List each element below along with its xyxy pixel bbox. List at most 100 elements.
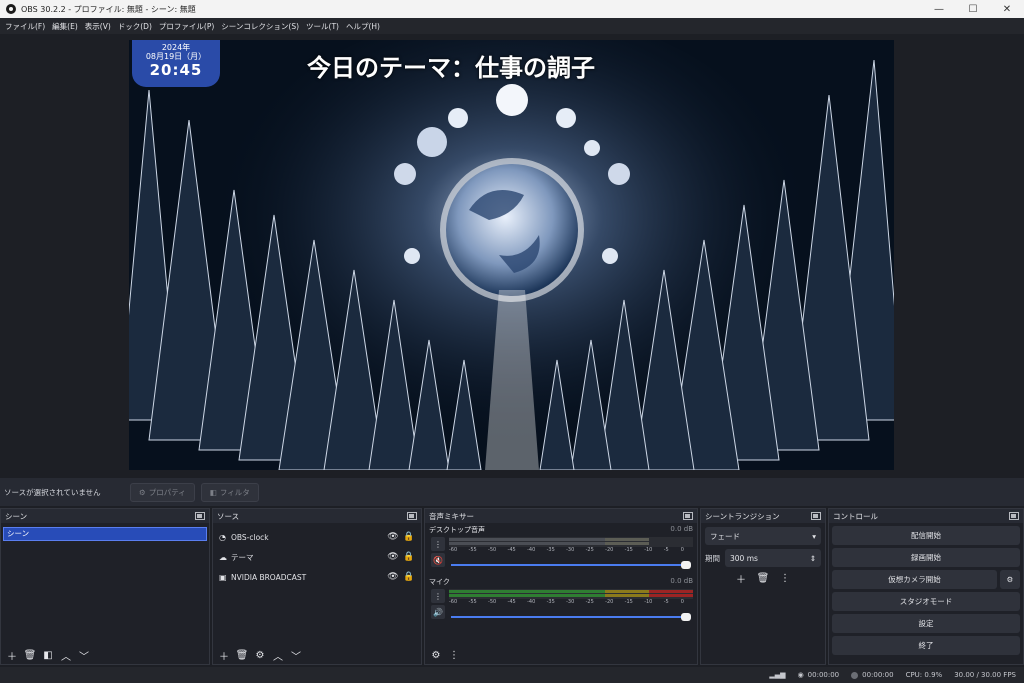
menu-bar: ファイル(F) 編集(E) 表示(V) ドック(D) プロファイル(P) シーン… [0,18,1024,34]
menu-view[interactable]: 表示(V) [83,21,116,32]
source-label: NVIDIA BROADCAST [231,572,307,582]
source-list[interactable]: ◔ OBS-clock 👁 🔒 ☁ テーマ 👁 🔒 ▣ NVIDIA BROAD… [213,527,421,587]
maximize-button[interactable]: ☐ [956,0,990,18]
menu-profile[interactable]: プロファイル(P) [157,21,219,32]
spin-arrows-icon[interactable]: ⇕ [810,554,816,563]
audio-mixer-dock: 音声ミキサー デスクトップ音声 0.0 dB ⋮ 🔇 -60 -55 -50 -… [424,508,698,665]
menu-tools[interactable]: ツール(T) [304,21,344,32]
tick-label: -30 [566,599,575,605]
add-transition-button[interactable]: ＋ [733,570,749,586]
undock-icon[interactable] [683,512,693,520]
add-source-button[interactable]: ＋ [216,647,232,663]
remove-source-button[interactable]: 🗑 [234,647,250,663]
start-streaming-button[interactable]: 配信開始 [832,526,1020,545]
mixer-dock-header: 音声ミキサー [425,509,697,523]
move-down-button[interactable]: ﹀ [76,647,92,663]
tick-label: -25 [585,547,594,553]
move-down-button[interactable]: ﹀ [288,647,304,663]
mixer-menu-button[interactable]: ⋮ [446,647,462,663]
scene-filters-button[interactable]: ◧ [40,647,56,663]
channel-menu-button[interactable]: ⋮ [431,589,445,603]
transition-tools: ＋ 🗑 ⋮ [701,570,825,586]
menu-scene-collection[interactable]: シーンコレクション(S) [219,21,304,32]
undock-icon[interactable] [1009,512,1019,520]
volume-slider[interactable] [449,558,693,572]
minimize-button[interactable]: — [922,0,956,18]
exit-button[interactable]: 終了 [832,636,1020,655]
transitions-title: シーントランジション [705,511,780,521]
title-bar: OBS 30.2.2 - プロファイル: 無題 - シーン: 無題 — ☐ ✕ [0,0,1024,18]
advanced-audio-gear-icon[interactable]: ⚙ [428,647,444,663]
muted-speaker-icon[interactable]: 🔇 [431,553,445,567]
lock-icon[interactable]: 🔒 [403,552,415,562]
source-properties-button[interactable]: ⚙ [252,647,268,663]
transition-menu-button[interactable]: ⋮ [777,570,793,586]
tick-label: -10 [644,547,653,553]
source-row[interactable]: ▣ NVIDIA BROADCAST 👁 🔒 [213,567,421,587]
volume-slider-knob[interactable] [681,613,691,621]
tick-label: -45 [507,599,516,605]
preview-area[interactable]: 2024年 08月19日（月） 20:45 今日のテーマ：仕事の調子 [0,34,1024,474]
menu-help[interactable]: ヘルプ(H) [344,21,385,32]
lock-icon[interactable]: 🔒 [403,532,415,542]
duration-spinbox[interactable]: 300 ms ⇕ [725,549,821,567]
move-up-button[interactable]: ︿ [58,647,74,663]
menu-edit[interactable]: 編集(E) [50,21,83,32]
channel-menu-button[interactable]: ⋮ [431,537,445,551]
controls-dock: コントロール 配信開始 録画開始 仮想カメラ開始 ⚙ スタジオモード 設定 終了 [828,508,1024,665]
remove-transition-button[interactable]: 🗑 [755,570,771,586]
tick-label: -55 [468,547,477,553]
obs-logo-icon [6,4,16,14]
filter-icon: ◧ [209,487,217,497]
settings-button[interactable]: 設定 [832,614,1020,633]
close-button[interactable]: ✕ [990,0,1024,18]
undock-icon[interactable] [195,512,205,520]
undock-icon[interactable] [811,512,821,520]
transition-select-value: フェード [710,531,740,541]
source-row[interactable]: ☁ テーマ 👁 🔒 [213,547,421,567]
mixer-channel-mic: マイク 0.0 dB ⋮ 🔊 -60 -55 -50 -45 -40 -35 -… [425,575,697,627]
tick-label: -10 [644,599,653,605]
source-row[interactable]: ◔ OBS-clock 👁 🔒 [213,527,421,547]
visibility-eye-icon[interactable]: 👁 [387,572,399,582]
duration-label: 期間 [705,553,720,563]
properties-button[interactable]: ⚙ プロパティ [130,482,195,502]
transition-select[interactable]: フェード ▾ [705,527,821,545]
tick-label: -15 [624,547,633,553]
start-virtual-camera-button[interactable]: 仮想カメラ開始 [832,570,997,589]
tick-label: -5 [663,547,669,553]
move-up-button[interactable]: ︿ [270,647,286,663]
add-scene-button[interactable]: ＋ [4,647,20,663]
scene-item[interactable]: シーン [3,527,207,541]
volume-slider-knob[interactable] [681,561,691,569]
filters-button[interactable]: ◧ フィルタ [200,482,259,502]
preview-canvas[interactable]: 2024年 08月19日（月） 20:45 今日のテーマ：仕事の調子 [129,40,894,470]
volume-meter [449,537,693,547]
tick-label: -20 [605,599,614,605]
sources-dock-header: ソース [213,509,421,523]
remove-scene-button[interactable]: 🗑 [22,647,38,663]
start-recording-button[interactable]: 録画開始 [832,548,1020,567]
network-signal-icon: ▂▄▆ [769,671,786,679]
moon-forest-image [129,40,894,470]
visibility-eye-icon[interactable]: 👁 [387,532,399,542]
undock-icon[interactable] [407,512,417,520]
properties-label: プロパティ [148,487,186,497]
menu-file[interactable]: ファイル(F) [3,21,50,32]
speaker-icon[interactable]: 🔊 [431,605,445,619]
record-dot-icon [851,671,859,679]
menu-docks[interactable]: ドック(D) [116,21,157,32]
virtual-camera-gear-icon[interactable]: ⚙ [1000,570,1020,589]
visibility-eye-icon[interactable]: 👁 [387,552,399,562]
cpu-usage: CPU: 0.9% [905,671,943,679]
record-status: 00:00:00 [851,671,894,679]
clock-date: 08月19日（月） [145,52,207,61]
lock-icon[interactable]: 🔒 [403,572,415,582]
volume-slider[interactable] [449,610,693,624]
scenes-toolbar: ＋ 🗑 ◧ ︿ ﹀ [1,646,209,664]
tick-label: -55 [468,599,477,605]
studio-mode-button[interactable]: スタジオモード [832,592,1020,611]
scene-list[interactable]: シーン [3,527,207,644]
chevron-down-icon: ▾ [812,531,816,541]
theme-text: 今日のテーマ：仕事の調子 [307,54,595,82]
